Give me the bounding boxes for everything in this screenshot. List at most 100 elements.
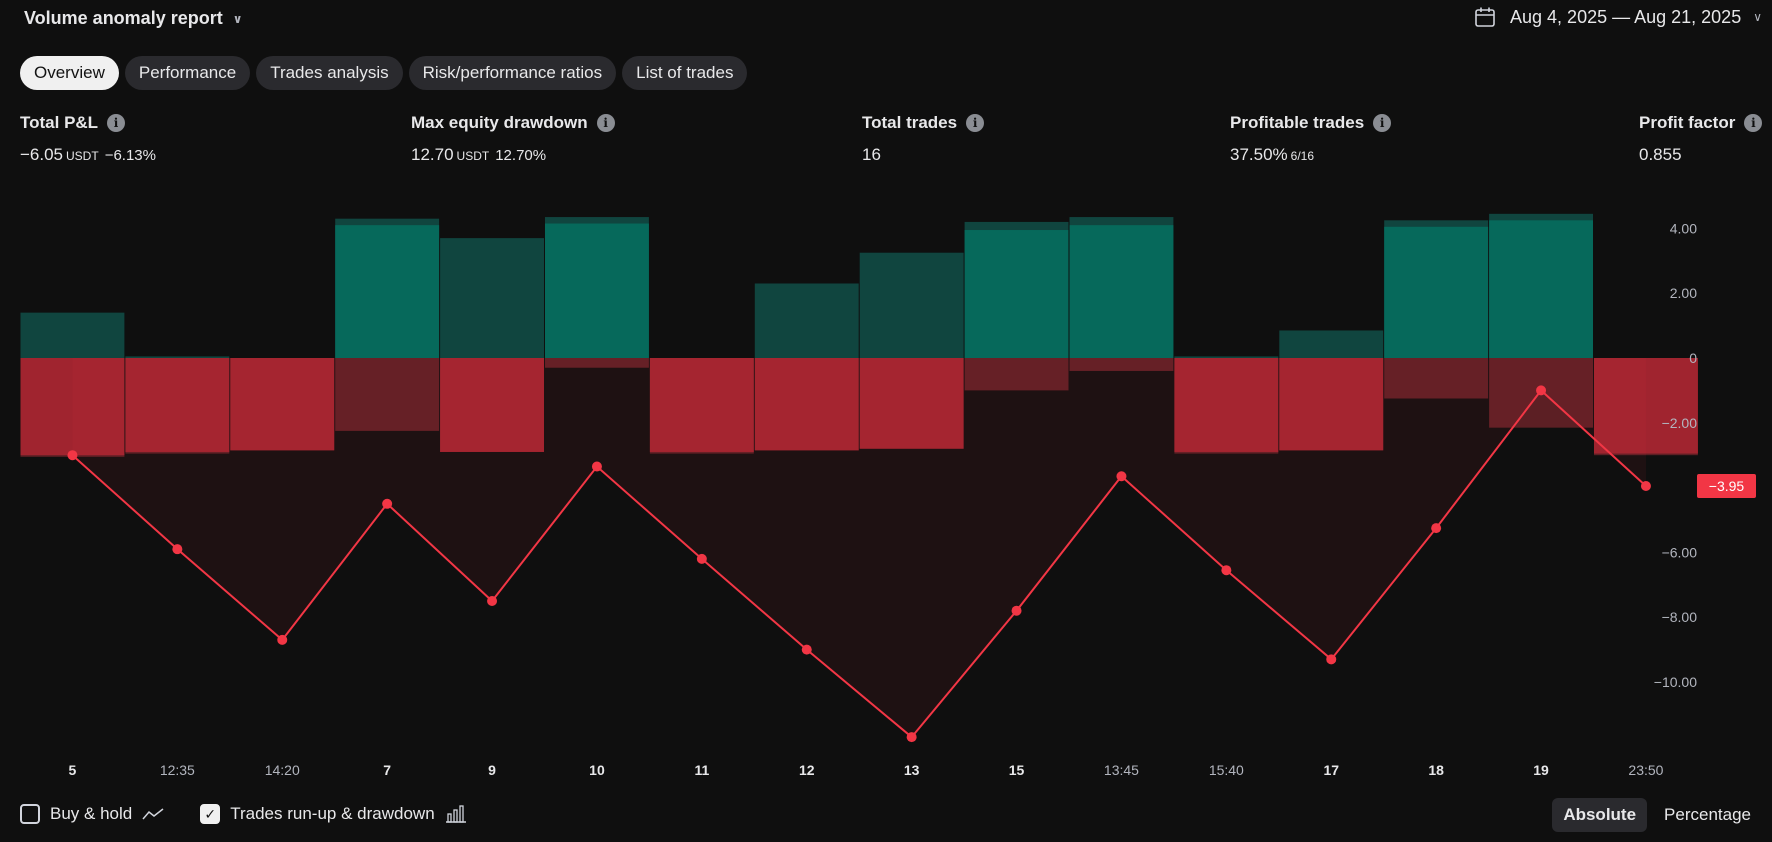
chevron-down-icon: ∨ [232, 11, 243, 26]
tab-risk-performance-ratios[interactable]: Risk/performance ratios [408, 56, 617, 90]
equity-chart[interactable]: 4.00 2.00 0 −2.00 −6.00 −8.00 −10.00 −3.95 5 12:3… [0, 170, 1772, 790]
equity-point [172, 544, 183, 555]
metric-label: Max equity drawdown [411, 113, 588, 132]
profit-bar [1489, 220, 1593, 358]
runup-drawdown-toggle[interactable]: ✓ Trades run-up & drawdown [200, 804, 466, 824]
metric-label: Total trades [862, 113, 958, 132]
runup-bar [754, 283, 859, 358]
equity-point [1326, 654, 1337, 665]
x-tick-label: 23:50 [1628, 762, 1663, 778]
equity-point [591, 461, 602, 472]
profit-bar [545, 223, 649, 358]
report-tabs: Overview Performance Trades analysis Ris… [20, 56, 748, 90]
metric-ratio: 6/16 [1290, 149, 1315, 163]
metric-label: Profitable trades [1230, 113, 1365, 132]
metric-value: −6.05 [20, 145, 64, 164]
report-title: Volume anomaly report [24, 8, 223, 28]
x-tick-label: 18 [1428, 762, 1444, 778]
equity-point [1011, 605, 1022, 616]
profit-bar [335, 225, 440, 358]
runup-drawdown-checkbox[interactable]: ✓ [200, 804, 221, 824]
profit-bar [1384, 226, 1489, 358]
x-tick-label: 11 [694, 762, 709, 778]
x-tick-label: 15 [1009, 762, 1025, 778]
chart-legend: Buy & hold ✓ Trades run-up & drawdown [20, 804, 467, 824]
equity-point [487, 596, 498, 606]
percentage-button[interactable]: Percentage [1653, 798, 1762, 832]
y-tick-label: 0 [1689, 350, 1697, 366]
metric-unit: USDT [66, 149, 99, 163]
value-mode-toggle: Absolute Percentage [1552, 798, 1762, 832]
x-tick-label: 13:45 [1104, 762, 1139, 778]
top-bar: Volume anomaly report ∨ Aug 4, 2025 — Au… [0, 0, 1772, 40]
info-icon[interactable]: i [107, 114, 126, 132]
info-icon[interactable]: i [1744, 114, 1763, 132]
date-range-picker[interactable]: Aug 4, 2025 — Aug 21, 2025 ∨ [1474, 6, 1762, 28]
y-tick-label: −6.00 [1662, 544, 1698, 560]
metric-profitable-trades: Profitable trades i 37.50% 6/16 [1230, 113, 1392, 165]
buy-hold-toggle[interactable]: Buy & hold [20, 804, 164, 824]
x-tick-label: 14:20 [265, 762, 300, 778]
metric-value: 0.855 [1639, 145, 1682, 164]
x-tick-label: 19 [1533, 762, 1549, 778]
metric-percent: −6.13% [104, 147, 156, 164]
x-tick-label: 9 [488, 762, 496, 778]
metric-value: 16 [862, 145, 881, 164]
x-tick-label: 13 [904, 762, 920, 778]
runup-bar [20, 312, 125, 358]
y-tick-label: 2.00 [1670, 285, 1697, 301]
profit-bar [964, 230, 1069, 358]
tab-list-of-trades[interactable]: List of trades [622, 56, 748, 90]
equity-point [382, 498, 393, 509]
buy-hold-checkbox[interactable] [20, 804, 40, 824]
metric-unit: USDT [456, 149, 490, 163]
calendar-icon [1475, 7, 1495, 27]
x-tick-label: 12 [799, 762, 815, 778]
tab-trades-analysis[interactable]: Trades analysis [256, 56, 403, 90]
equity-point [696, 553, 707, 564]
x-tick-label: 5 [69, 762, 77, 778]
equity-point [801, 644, 812, 655]
y-tick-label: −2.00 [1662, 415, 1698, 431]
metric-total-trades: Total trades i 16 [862, 113, 985, 165]
equity-point [1221, 565, 1232, 576]
equity-point [1431, 523, 1442, 534]
info-icon[interactable]: i [1373, 114, 1392, 132]
equity-point [906, 732, 917, 743]
profit-bar [1069, 225, 1174, 358]
buy-hold-label: Buy & hold [50, 804, 133, 823]
date-range-text: Aug 4, 2025 — Aug 21, 2025 [1510, 6, 1742, 27]
report-title-dropdown[interactable]: Volume anomaly report ∨ [24, 8, 242, 29]
bar-chart-icon [445, 805, 466, 823]
runup-drawdown-label: Trades run-up & drawdown [230, 804, 435, 823]
tab-performance[interactable]: Performance [124, 56, 251, 90]
runup-bar [440, 238, 544, 358]
tab-overview[interactable]: Overview [20, 56, 119, 90]
metric-label: Total P&L [20, 113, 99, 132]
runup-bar [1174, 356, 1279, 358]
absolute-button[interactable]: Absolute [1552, 798, 1648, 832]
equity-point [1116, 471, 1127, 482]
metric-label: Profit factor [1639, 113, 1736, 132]
equity-point [1640, 480, 1651, 491]
equity-point [1536, 385, 1547, 396]
runup-bar [859, 252, 964, 358]
y-tick-label: −8.00 [1662, 609, 1698, 625]
runup-bar [125, 356, 230, 358]
metric-value: 37.50% [1230, 145, 1288, 164]
line-chart-icon [142, 808, 164, 820]
metric-percent: 12.70% [495, 147, 547, 164]
x-tick-label: 15:40 [1209, 762, 1244, 778]
y-tick-label: 4.00 [1670, 220, 1697, 236]
equity-area [72, 358, 1646, 738]
metric-total-pnl: Total P&L i −6.05 USDT −6.13% [20, 113, 156, 165]
runup-bar [1279, 330, 1384, 358]
x-tick-label: 10 [589, 762, 605, 778]
equity-point [277, 634, 288, 645]
info-icon[interactable]: i [596, 114, 615, 132]
metric-value: 12.70 [411, 145, 454, 164]
y-tick-label: −10.00 [1654, 674, 1697, 690]
metric-max-equity-drawdown: Max equity drawdown i 12.70 USDT 12.70% [411, 113, 615, 165]
x-tick-label: 12:35 [160, 762, 195, 778]
info-icon[interactable]: i [966, 114, 985, 132]
